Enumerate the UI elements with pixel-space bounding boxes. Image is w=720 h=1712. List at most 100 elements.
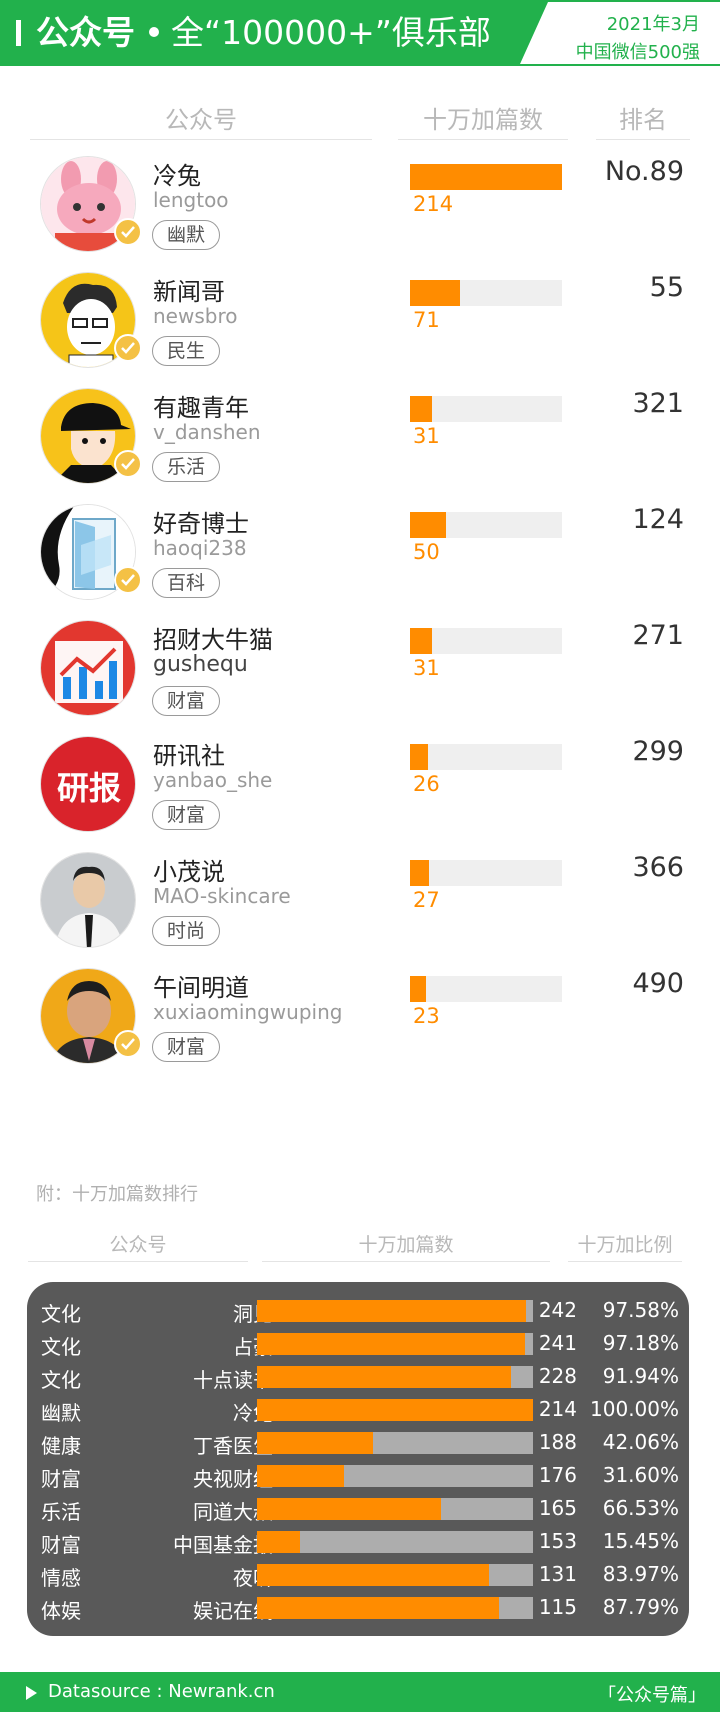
- account-name: 新闻哥: [153, 278, 225, 306]
- ranking-row[interactable]: 财富 央视财经 176 31.60%: [27, 1459, 689, 1492]
- count-bar-fill: [410, 280, 461, 306]
- ranking-count: 228: [538, 1364, 577, 1388]
- account-row[interactable]: 研报 研讯社 yanbao_she 财富 26 299: [0, 732, 720, 848]
- account-tag[interactable]: 乐活: [152, 452, 221, 482]
- ratio-bar: [257, 1399, 533, 1421]
- ranking-row[interactable]: 文化 洞见 242 97.58%: [27, 1294, 689, 1327]
- count-bar: [410, 512, 562, 538]
- account-tag[interactable]: 民生: [152, 336, 221, 366]
- ratio-bar-fill: [257, 1399, 533, 1421]
- account-id: xuxiaomingwuping: [153, 1000, 343, 1024]
- verified-badge-icon: [114, 334, 142, 362]
- ranking-row[interactable]: 乐活 同道大叔 165 66.53%: [27, 1492, 689, 1525]
- ratio-bar: [257, 1432, 533, 1454]
- account-name: 好奇博士: [153, 510, 249, 538]
- appendix-note: 附：十万加篇数排行: [36, 1184, 198, 1205]
- account-name: 小茂说: [153, 858, 225, 886]
- ranking-panel: 文化 洞见 242 97.58% 文化 占豪 241 97.18% 文化 十点读书 228 91.94…: [27, 1282, 689, 1636]
- account-tag[interactable]: 幽默: [152, 220, 221, 250]
- column-header-account: 公众号: [30, 100, 372, 140]
- ranking-ratio: 83.97%: [602, 1562, 679, 1586]
- account-row[interactable]: 有趣青年 v_danshen 乐活 31 321: [0, 384, 720, 500]
- ratio-bar: [257, 1597, 533, 1619]
- header-banner: 公众号 全“100000+”俱乐部 2021年3月 中国微信500强: [0, 0, 720, 66]
- column-header-count: 十万加篇数: [398, 100, 568, 140]
- account-id: newsbro: [153, 304, 238, 328]
- column-header-rank: 排名: [596, 100, 690, 140]
- ranking-row[interactable]: 情感 夜听 131 83.97%: [27, 1558, 689, 1591]
- count-value: 26: [413, 772, 440, 796]
- ratio-bar: [257, 1498, 533, 1520]
- account-row[interactable]: 招财大牛猫 gushequ 财富 31 271: [0, 616, 720, 732]
- ranking-row[interactable]: 体娱 娱记在线 115 87.79%: [27, 1591, 689, 1624]
- count-bar-fill: [410, 860, 430, 886]
- count-value: 31: [413, 656, 440, 680]
- header-date: 2021年3月: [606, 14, 700, 35]
- ranking-ratio: 97.58%: [602, 1298, 679, 1322]
- ratio-bar-fill: [257, 1531, 300, 1553]
- ratio-bar: [257, 1531, 533, 1553]
- ranking-category: 文化: [41, 1302, 81, 1326]
- count-value: 27: [413, 888, 440, 912]
- ranking-row[interactable]: 财富 中国基金报 153 15.45%: [27, 1525, 689, 1558]
- ranking-count: 176: [538, 1463, 577, 1487]
- account-id: v_danshen: [153, 420, 261, 444]
- ranking-count: 115: [538, 1595, 577, 1619]
- title-dot: [149, 26, 159, 37]
- account-name: 研讯社: [153, 742, 225, 770]
- ranking-count: 214: [538, 1397, 577, 1421]
- account-tag[interactable]: 财富: [152, 1032, 221, 1062]
- rank-value: 366: [632, 852, 684, 883]
- account-row[interactable]: 新闻哥 newsbro 民生 71 55: [0, 268, 720, 384]
- count-bar-fill: [410, 976, 427, 1002]
- ranking-ratio: 87.79%: [602, 1595, 679, 1619]
- ranking-row[interactable]: 文化 十点读书 228 91.94%: [27, 1360, 689, 1393]
- count-bar: [410, 280, 562, 306]
- account-tag[interactable]: 财富: [152, 686, 221, 716]
- ranking-category: 文化: [41, 1335, 81, 1359]
- account-tag[interactable]: 时尚: [152, 916, 221, 946]
- count-bar: [410, 396, 562, 422]
- ratio-bar-fill: [257, 1300, 527, 1322]
- account-row[interactable]: 小茂说 MAO-skincare 时尚 27 366: [0, 848, 720, 964]
- account-row[interactable]: 午间明道 xuxiaomingwuping 财富 23 490: [0, 964, 720, 1080]
- appendix-header-count: 十万加篇数: [262, 1228, 550, 1262]
- ranking-category: 体娱: [41, 1599, 81, 1623]
- count-value: 50: [413, 540, 440, 564]
- ranking-row[interactable]: 文化 占豪 241 97.18%: [27, 1327, 689, 1360]
- avatar-logo-text: 研报: [56, 769, 121, 807]
- account-row[interactable]: 冷兔 lengtoo 幽默 214 No.89: [0, 152, 720, 268]
- verified-badge-icon: [114, 450, 142, 478]
- count-bar: [410, 976, 562, 1002]
- ranking-ratio: 100.00%: [590, 1397, 679, 1421]
- stock-chart-avatar: [40, 620, 136, 716]
- ratio-bar-fill: [257, 1333, 526, 1355]
- ranking-category: 情感: [41, 1566, 81, 1590]
- play-triangle-icon: [26, 1686, 37, 1700]
- rank-value: 321: [632, 388, 684, 419]
- account-tag[interactable]: 财富: [152, 800, 221, 830]
- header-accent-bar: [16, 20, 21, 46]
- ranking-count: 131: [538, 1562, 577, 1586]
- appendix-header-account: 公众号: [28, 1228, 248, 1262]
- footer-brand: 「公众号篇」: [598, 1685, 706, 1706]
- ranking-count: 242: [538, 1298, 577, 1322]
- account-id: MAO-skincare: [153, 884, 291, 908]
- ranking-ratio: 42.06%: [602, 1430, 679, 1454]
- account-row[interactable]: 好奇博士 haoqi238 百科 50 124: [0, 500, 720, 616]
- account-id: lengtoo: [153, 188, 229, 212]
- ranking-row[interactable]: 幽默 冷兔 214 100.00%: [27, 1393, 689, 1426]
- count-bar-fill: [410, 512, 446, 538]
- ranking-category: 财富: [41, 1467, 81, 1491]
- account-tag[interactable]: 百科: [152, 568, 221, 598]
- count-value: 31: [413, 424, 440, 448]
- verified-badge-icon: [114, 218, 142, 246]
- ratio-bar-fill: [257, 1465, 345, 1487]
- ranking-category: 文化: [41, 1368, 81, 1392]
- ranking-row[interactable]: 健康 丁香医生 188 42.06%: [27, 1426, 689, 1459]
- ranking-count: 188: [538, 1430, 577, 1454]
- footer-bar: Datasource : Newrank.cn 「公众号篇」: [0, 1672, 720, 1712]
- count-bar: [410, 164, 562, 190]
- count-value: 214: [413, 192, 454, 216]
- ratio-bar-fill: [257, 1498, 441, 1520]
